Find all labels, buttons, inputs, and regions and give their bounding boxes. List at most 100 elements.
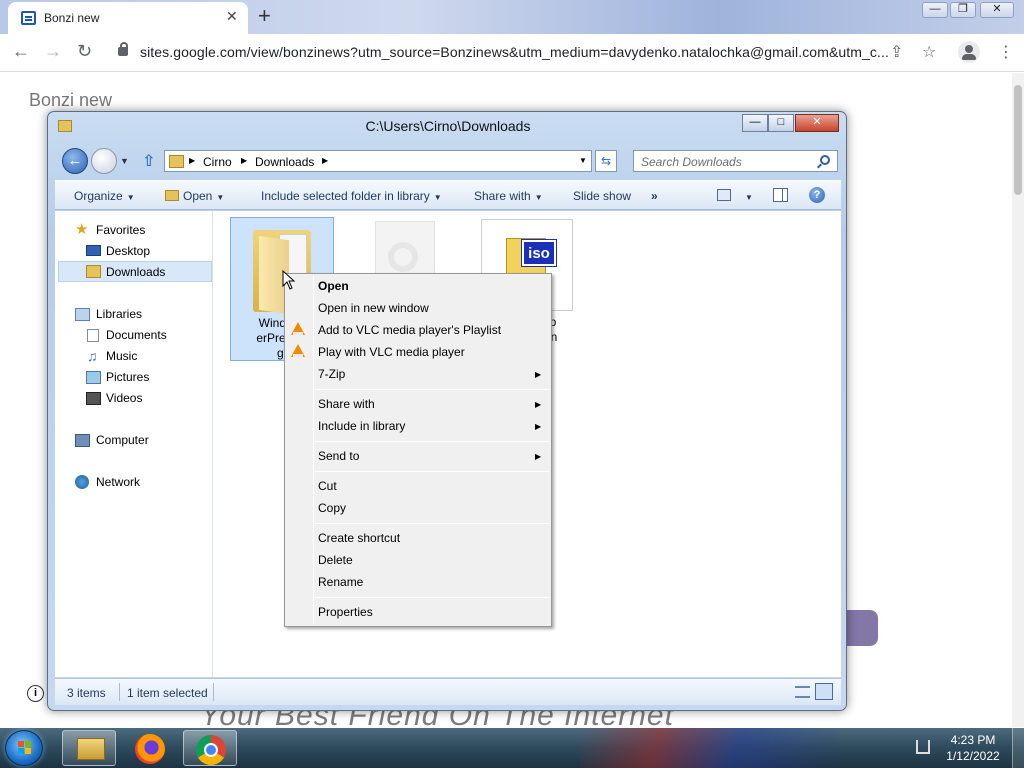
menu-item-open[interactable]: Open: [318, 279, 349, 293]
menu-item-share-with[interactable]: Share with: [318, 397, 375, 411]
nav-computer[interactable]: Computer: [96, 433, 149, 447]
menu-gutter: [313, 276, 314, 624]
search-input[interactable]: Search Downloads: [633, 150, 838, 172]
browser-close-button[interactable]: ✕: [980, 2, 1014, 18]
up-folder-icon[interactable]: ⇧: [142, 151, 155, 171]
nav-downloads-row[interactable]: Downloads: [58, 261, 212, 282]
refresh-icon[interactable]: ⇆: [595, 150, 617, 172]
explorer-maximize-button[interactable]: □: [768, 114, 794, 132]
breadcrumb-downloads[interactable]: Downloads: [255, 155, 314, 169]
lock-icon[interactable]: [118, 42, 128, 56]
system-clock[interactable]: 4:23 PM 1/12/2022: [938, 732, 1008, 764]
explorer-title: C:\Users\Cirno\Downloads: [365, 118, 531, 134]
tab-close-icon[interactable]: ✕: [226, 8, 238, 25]
menu-item-open-new-window[interactable]: Open in new window: [318, 301, 429, 315]
help-icon[interactable]: ?: [809, 187, 825, 203]
breadcrumb-cirno[interactable]: Cirno: [203, 155, 232, 169]
chevron-down-icon: ▼: [534, 193, 543, 202]
menu-item-cut[interactable]: Cut: [318, 479, 337, 493]
menu-item-create-shortcut[interactable]: Create shortcut: [318, 531, 400, 545]
nav-documents[interactable]: Documents: [106, 328, 167, 342]
forward-button[interactable]: →: [44, 41, 62, 62]
nav-network[interactable]: Network: [96, 475, 140, 489]
preview-pane-icon[interactable]: [773, 188, 788, 202]
open-label: Open: [183, 189, 213, 203]
submenu-arrow-icon: ▶: [535, 370, 542, 379]
page-scrollbar[interactable]: [1012, 73, 1024, 727]
menu-item-vlc-playlist[interactable]: Add to VLC media player's Playlist: [318, 323, 501, 337]
view-dropdown-icon[interactable]: ▼: [741, 189, 753, 203]
include-label: Include selected folder in library: [261, 189, 430, 203]
menu-item-vlc-play[interactable]: Play with VLC media player: [318, 345, 465, 359]
info-icon[interactable]: i: [27, 685, 44, 702]
nav-libraries[interactable]: Libraries: [96, 307, 142, 321]
menu-item-include-in-library[interactable]: Include in library: [318, 419, 405, 433]
menu-item-7zip[interactable]: 7-Zip: [318, 367, 345, 381]
more-commands-button[interactable]: »: [651, 189, 658, 203]
reload-button[interactable]: ↻: [77, 41, 92, 62]
bookmark-star-icon[interactable]: ☆: [922, 42, 936, 62]
address-dropdown-icon[interactable]: ▼: [579, 156, 587, 165]
submenu-arrow-icon: ▶: [535, 452, 542, 461]
breadcrumb-separator-icon[interactable]: ▶: [189, 156, 195, 165]
nav-videos[interactable]: Videos: [106, 391, 142, 405]
menu-item-properties[interactable]: Properties: [318, 605, 373, 619]
menu-item-send-to[interactable]: Send to: [318, 449, 359, 463]
vlc-icon: [291, 322, 305, 336]
open-button[interactable]: Open ▼: [165, 189, 224, 203]
explorer-minimize-button[interactable]: —: [742, 114, 768, 132]
menu-item-delete[interactable]: Delete: [318, 553, 353, 567]
start-button[interactable]: [5, 730, 43, 766]
taskbar-firefox-button[interactable]: [123, 730, 177, 766]
chevron-down-icon: ▼: [745, 193, 753, 202]
browser-tabstrip: Bonzi new ✕ + — ❐ ✕: [0, 0, 1024, 34]
browser-minimize-button[interactable]: —: [922, 2, 948, 18]
page-title: Bonzi new: [29, 90, 113, 110]
explorer-back-button[interactable]: ←: [62, 148, 88, 174]
music-icon: ♫: [87, 348, 98, 364]
search-placeholder: Search Downloads: [641, 155, 742, 169]
nav-favorites[interactable]: Favorites: [96, 223, 145, 237]
browser-restore-button[interactable]: ❐: [950, 2, 976, 18]
videos-icon: [86, 392, 101, 405]
nav-desktop[interactable]: Desktop: [106, 244, 150, 258]
menu-separator: [315, 389, 549, 390]
nav-music[interactable]: Music: [106, 349, 137, 363]
breadcrumb-separator-icon[interactable]: ▶: [322, 156, 328, 165]
include-in-library-button[interactable]: Include selected folder in library ▼: [261, 189, 442, 203]
browser-tab-bonzi[interactable]: Bonzi new ✕: [8, 2, 248, 34]
details-view-icon[interactable]: [795, 686, 810, 698]
status-bar: 3 items 1 item selected: [55, 678, 841, 705]
menu-item-rename[interactable]: Rename: [318, 575, 363, 589]
new-tab-button[interactable]: +: [258, 3, 271, 29]
explorer-forward-button[interactable]: [91, 148, 117, 174]
change-view-icon[interactable]: [717, 189, 731, 201]
network-tray-icon[interactable]: [916, 740, 930, 754]
taskbar-chrome-button[interactable]: [183, 730, 237, 766]
vlc-icon: [291, 344, 305, 358]
scrollbar-thumb[interactable]: [1014, 85, 1022, 195]
star-icon: ★: [75, 221, 89, 238]
browser-menu-icon[interactable]: ⋮: [998, 42, 1014, 62]
address-bar[interactable]: sites.google.com/view/bonzinews?utm_sour…: [140, 44, 889, 60]
share-icon[interactable]: ⇪: [890, 42, 903, 62]
show-desktop-button[interactable]: [1012, 728, 1024, 768]
back-button[interactable]: ←: [12, 41, 30, 62]
share-with-button[interactable]: Share with ▼: [474, 189, 543, 203]
clock-time: 4:23 PM: [950, 733, 996, 747]
explorer-address-bar[interactable]: ▶ Cirno ▶ Downloads ▶ ▼: [164, 150, 592, 172]
taskbar-explorer-button[interactable]: [62, 730, 116, 766]
breadcrumb-separator-icon[interactable]: ▶: [241, 156, 247, 165]
profile-avatar[interactable]: [958, 41, 980, 63]
history-dropdown-icon[interactable]: ▼: [120, 156, 129, 166]
menu-item-copy[interactable]: Copy: [318, 501, 346, 515]
slide-show-button[interactable]: Slide show: [573, 189, 631, 203]
nav-pictures[interactable]: Pictures: [106, 370, 149, 384]
large-icons-view-icon[interactable]: [815, 683, 833, 700]
menu-separator: [315, 471, 549, 472]
libraries-icon: [75, 308, 90, 321]
explorer-close-button[interactable]: ✕: [795, 114, 839, 132]
search-icon[interactable]: [820, 155, 830, 165]
status-selected-count: 1 item selected: [127, 686, 208, 700]
organize-button[interactable]: Organize ▼: [74, 189, 135, 203]
